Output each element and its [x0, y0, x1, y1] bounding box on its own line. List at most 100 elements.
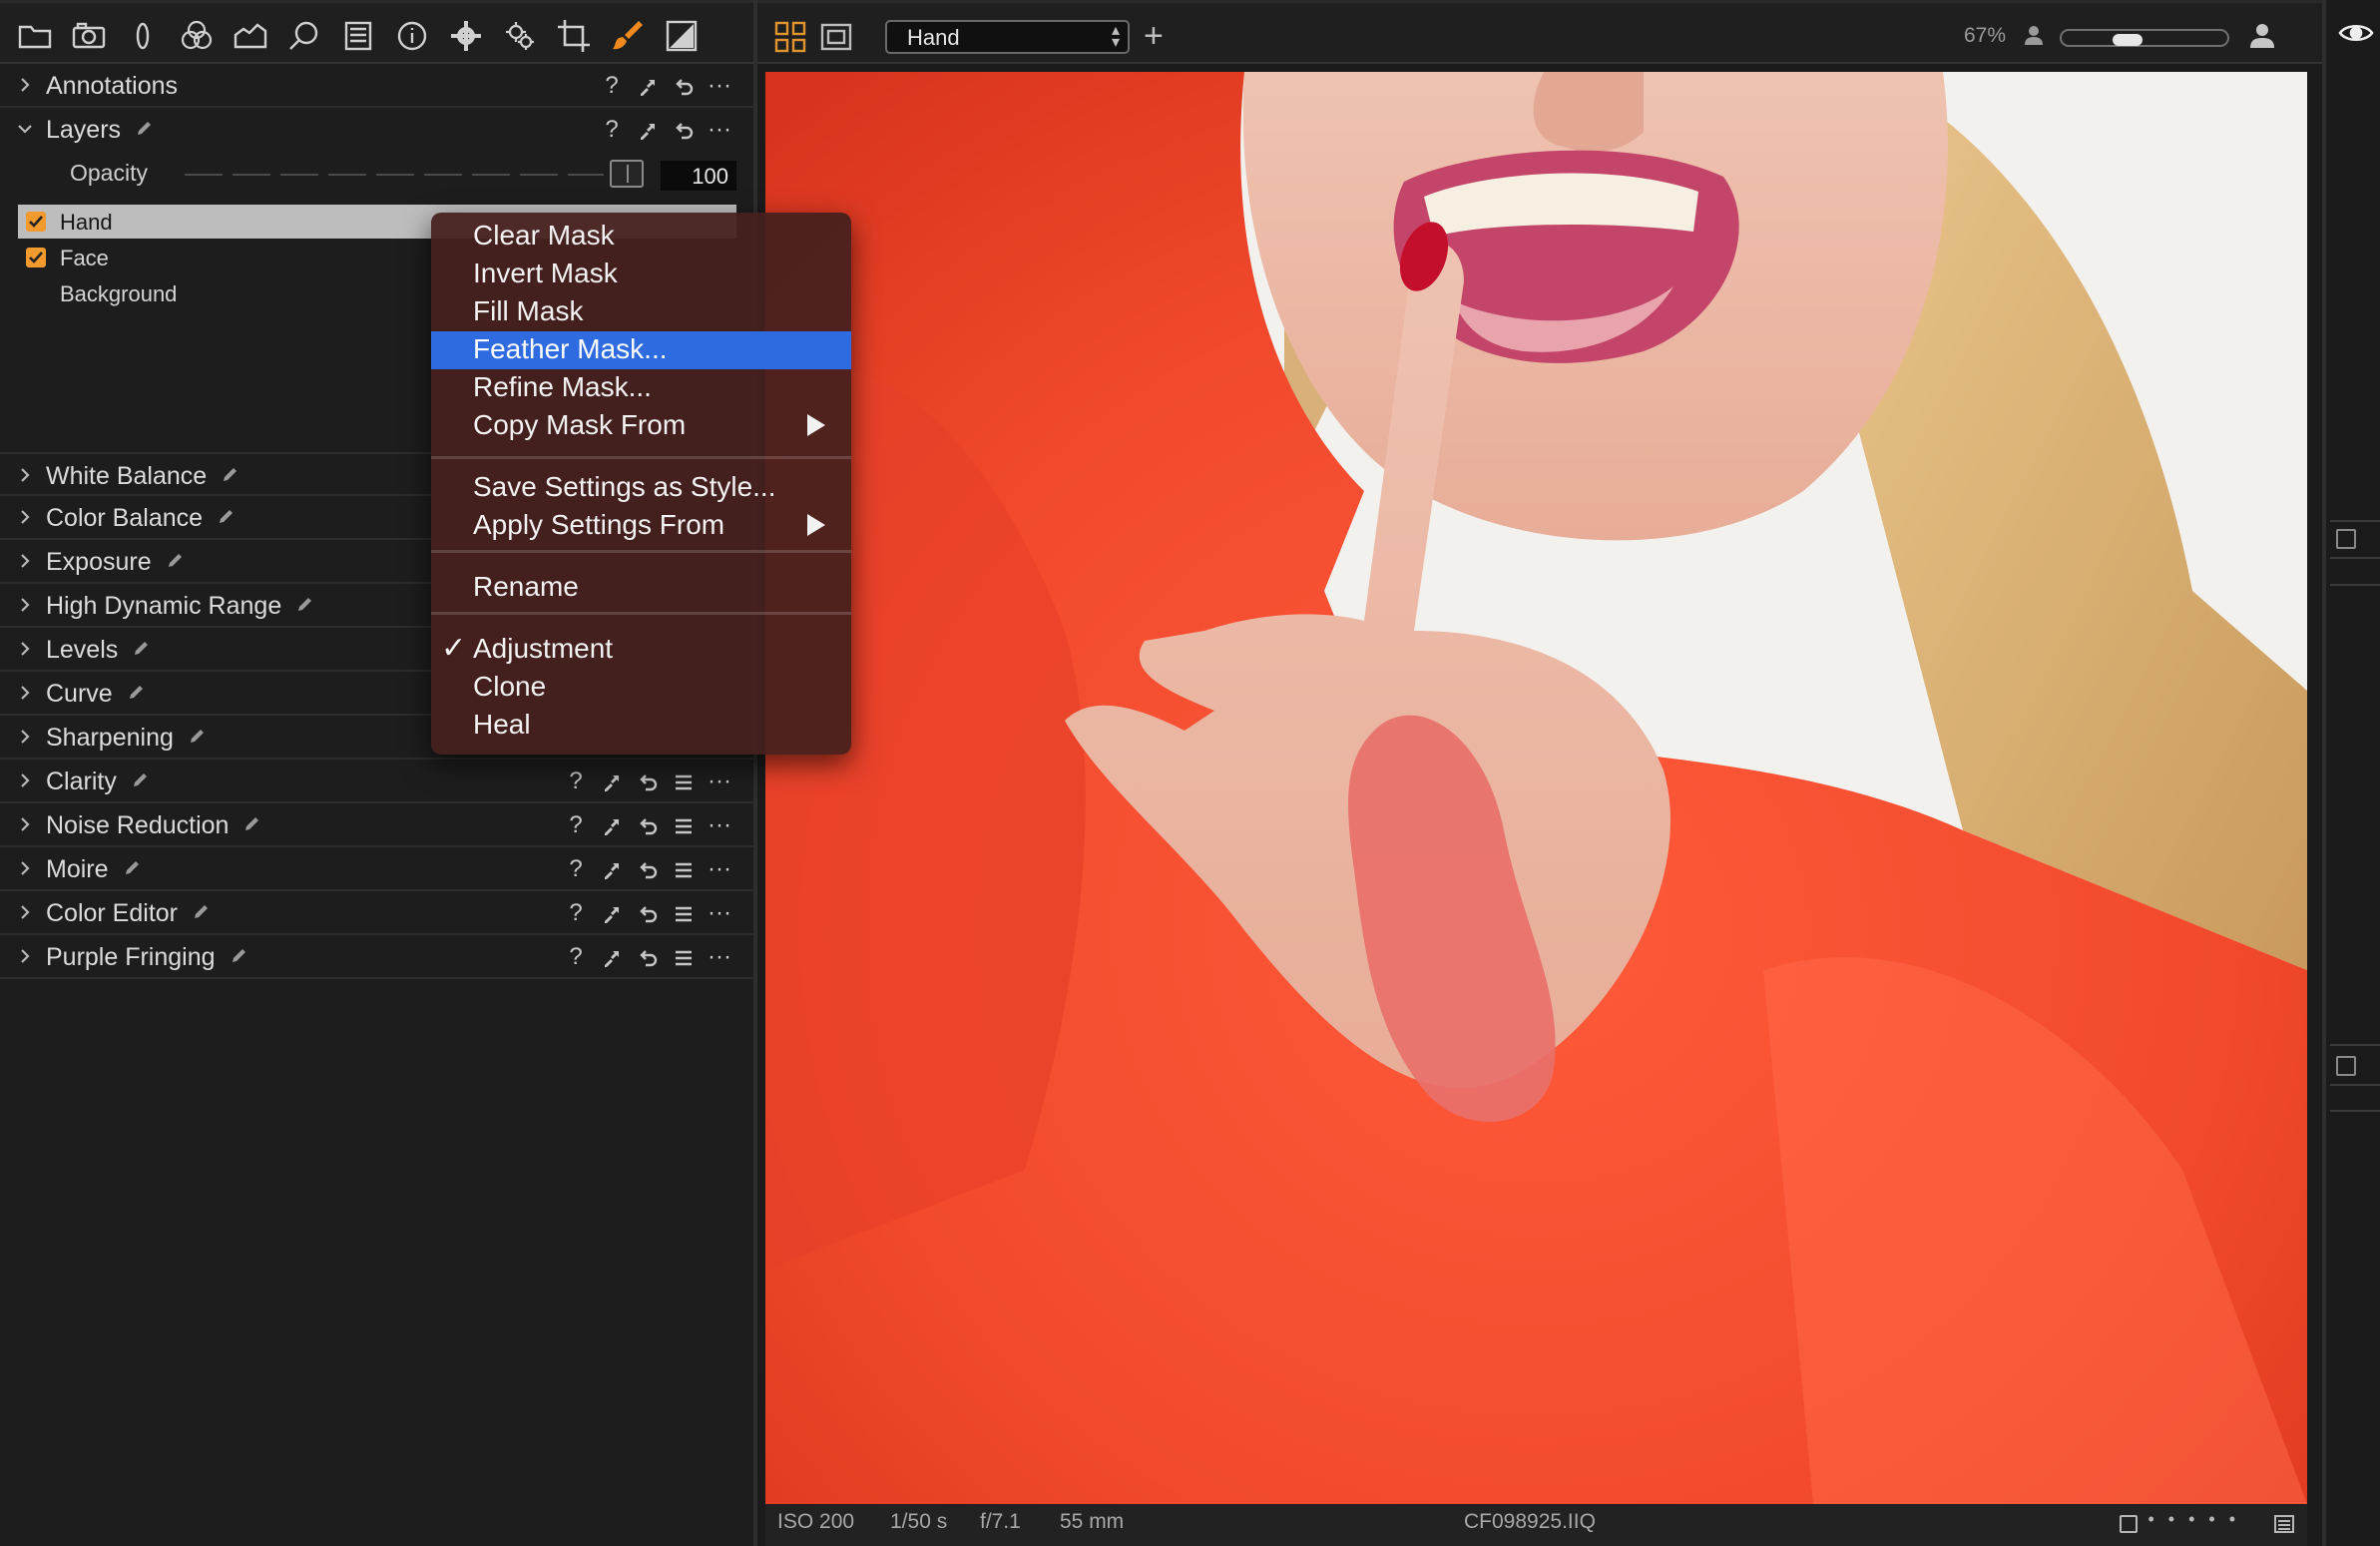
- library-icon[interactable]: [14, 15, 56, 57]
- batch-icon[interactable]: [499, 15, 541, 57]
- lens-icon[interactable]: [122, 15, 164, 57]
- section-layers[interactable]: Layers ? ···: [0, 108, 753, 152]
- menu-item-adjustment[interactable]: ✓ Adjustment: [431, 631, 851, 669]
- expand-icon[interactable]: [600, 768, 624, 795]
- checkbox-checked-icon[interactable]: [26, 212, 46, 232]
- chevron-right-icon[interactable]: [16, 728, 34, 746]
- expand-icon[interactable]: [600, 899, 624, 927]
- section-annotations[interactable]: Annotations ? ···: [0, 64, 753, 108]
- menu-item-refine-mask[interactable]: Refine Mask...: [431, 369, 851, 407]
- chevron-right-icon[interactable]: [16, 903, 34, 921]
- add-layer-icon[interactable]: +: [1144, 17, 1164, 56]
- reset-icon[interactable]: [636, 943, 660, 971]
- menu-item-heal[interactable]: Heal: [431, 707, 851, 745]
- color-swatch-icon[interactable]: [661, 15, 703, 57]
- reset-icon[interactable]: [672, 116, 696, 144]
- section-purple-fringing[interactable]: Purple Fringing ? ···: [0, 935, 753, 979]
- menu-item-apply-settings-from[interactable]: Apply Settings From: [431, 507, 851, 545]
- menu-item-save-settings-as-style[interactable]: Save Settings as Style...: [431, 469, 851, 507]
- reset-icon[interactable]: [636, 768, 660, 795]
- layer-select-dropdown[interactable]: Hand ▴ ▾: [885, 20, 1130, 54]
- help-icon[interactable]: ?: [564, 811, 588, 839]
- presets-icon[interactable]: [672, 768, 696, 795]
- select-checkbox-icon[interactable]: [2120, 1515, 2138, 1533]
- chevron-right-icon[interactable]: [16, 552, 34, 570]
- chevron-right-icon[interactable]: [16, 684, 34, 702]
- checkbox-checked-icon[interactable]: [26, 248, 46, 267]
- menu-item-fill-mask[interactable]: Fill Mask: [431, 293, 851, 331]
- menu-item-feather-mask[interactable]: Feather Mask...: [431, 331, 851, 369]
- photo-canvas[interactable]: [765, 72, 2307, 1504]
- checkbox-icon[interactable]: [2336, 529, 2356, 549]
- more-icon[interactable]: ···: [708, 943, 731, 971]
- capture-icon[interactable]: [68, 15, 110, 57]
- section-moire[interactable]: Moire ? ···: [0, 847, 753, 891]
- reset-icon[interactable]: [636, 855, 660, 883]
- single-view-icon[interactable]: [819, 20, 853, 54]
- chevron-right-icon[interactable]: [16, 76, 34, 94]
- exposure-icon[interactable]: [230, 15, 271, 57]
- expand-icon[interactable]: [636, 116, 660, 144]
- opacity-slider[interactable]: [185, 174, 604, 176]
- zoom-slider-knob[interactable]: [2112, 34, 2142, 46]
- reset-icon[interactable]: [672, 72, 696, 100]
- chevron-right-icon[interactable]: [16, 859, 34, 877]
- chevron-right-icon[interactable]: [16, 466, 34, 484]
- checkbox-icon[interactable]: [2336, 1056, 2356, 1076]
- opacity-slider-handle[interactable]: [610, 160, 644, 188]
- presets-icon[interactable]: [672, 899, 696, 927]
- chevron-right-icon[interactable]: [16, 947, 34, 965]
- menu-item-clone[interactable]: Clone: [431, 669, 851, 707]
- color-icon[interactable]: [176, 15, 218, 57]
- grid-view-icon[interactable]: [773, 20, 807, 54]
- local-adjustments-icon[interactable]: [607, 15, 649, 57]
- more-icon[interactable]: ···: [708, 811, 731, 839]
- menu-item-invert-mask[interactable]: Invert Mask: [431, 256, 851, 293]
- help-icon[interactable]: ?: [564, 899, 588, 927]
- presets-icon[interactable]: [672, 855, 696, 883]
- expand-icon[interactable]: [600, 811, 624, 839]
- help-icon[interactable]: ?: [600, 72, 624, 100]
- menu-item-rename[interactable]: Rename: [431, 569, 851, 607]
- presets-icon[interactable]: [672, 811, 696, 839]
- expand-icon[interactable]: [600, 943, 624, 971]
- crop-icon[interactable]: [553, 15, 595, 57]
- more-icon[interactable]: ···: [708, 855, 731, 883]
- opacity-value-field[interactable]: 100: [661, 161, 736, 191]
- reset-icon[interactable]: [636, 899, 660, 927]
- reset-icon[interactable]: [636, 811, 660, 839]
- more-icon[interactable]: ···: [708, 116, 731, 144]
- more-icon[interactable]: ···: [708, 72, 731, 100]
- person-small-icon[interactable]: [2019, 21, 2049, 56]
- chevron-right-icon[interactable]: [16, 596, 34, 614]
- chevron-right-icon[interactable]: [16, 815, 34, 833]
- menu-item-copy-mask-from[interactable]: Copy Mask From: [431, 407, 851, 445]
- menu-item-clear-mask[interactable]: Clear Mask: [431, 218, 851, 256]
- settings-icon[interactable]: [445, 15, 487, 57]
- help-icon[interactable]: ?: [564, 943, 588, 971]
- person-large-icon[interactable]: [2247, 21, 2277, 56]
- expand-icon[interactable]: [636, 72, 660, 100]
- section-clarity[interactable]: Clarity ? ···: [0, 760, 753, 803]
- more-icon[interactable]: ···: [708, 899, 731, 927]
- metadata-icon[interactable]: [337, 15, 379, 57]
- list-icon[interactable]: [2273, 1513, 2295, 1535]
- chevron-right-icon[interactable]: [16, 640, 34, 658]
- image-viewer[interactable]: [765, 72, 2307, 1504]
- chevron-right-icon[interactable]: [16, 508, 34, 526]
- more-icon[interactable]: ···: [708, 768, 731, 795]
- expand-icon[interactable]: [600, 855, 624, 883]
- presets-icon[interactable]: [672, 943, 696, 971]
- info-icon[interactable]: [391, 15, 433, 57]
- help-icon[interactable]: ?: [600, 116, 624, 144]
- help-icon[interactable]: ?: [564, 768, 588, 795]
- rating-dots[interactable]: •••••: [2147, 1509, 2249, 1530]
- zoom-slider[interactable]: [2060, 29, 2229, 47]
- section-noise-reduction[interactable]: Noise Reduction ? ···: [0, 803, 753, 847]
- chevron-down-icon[interactable]: [16, 120, 34, 138]
- eye-icon[interactable]: [2338, 18, 2374, 48]
- chevron-right-icon[interactable]: [16, 772, 34, 789]
- help-icon[interactable]: ?: [564, 855, 588, 883]
- section-color-editor[interactable]: Color Editor ? ···: [0, 891, 753, 935]
- focus-icon[interactable]: [283, 15, 325, 57]
